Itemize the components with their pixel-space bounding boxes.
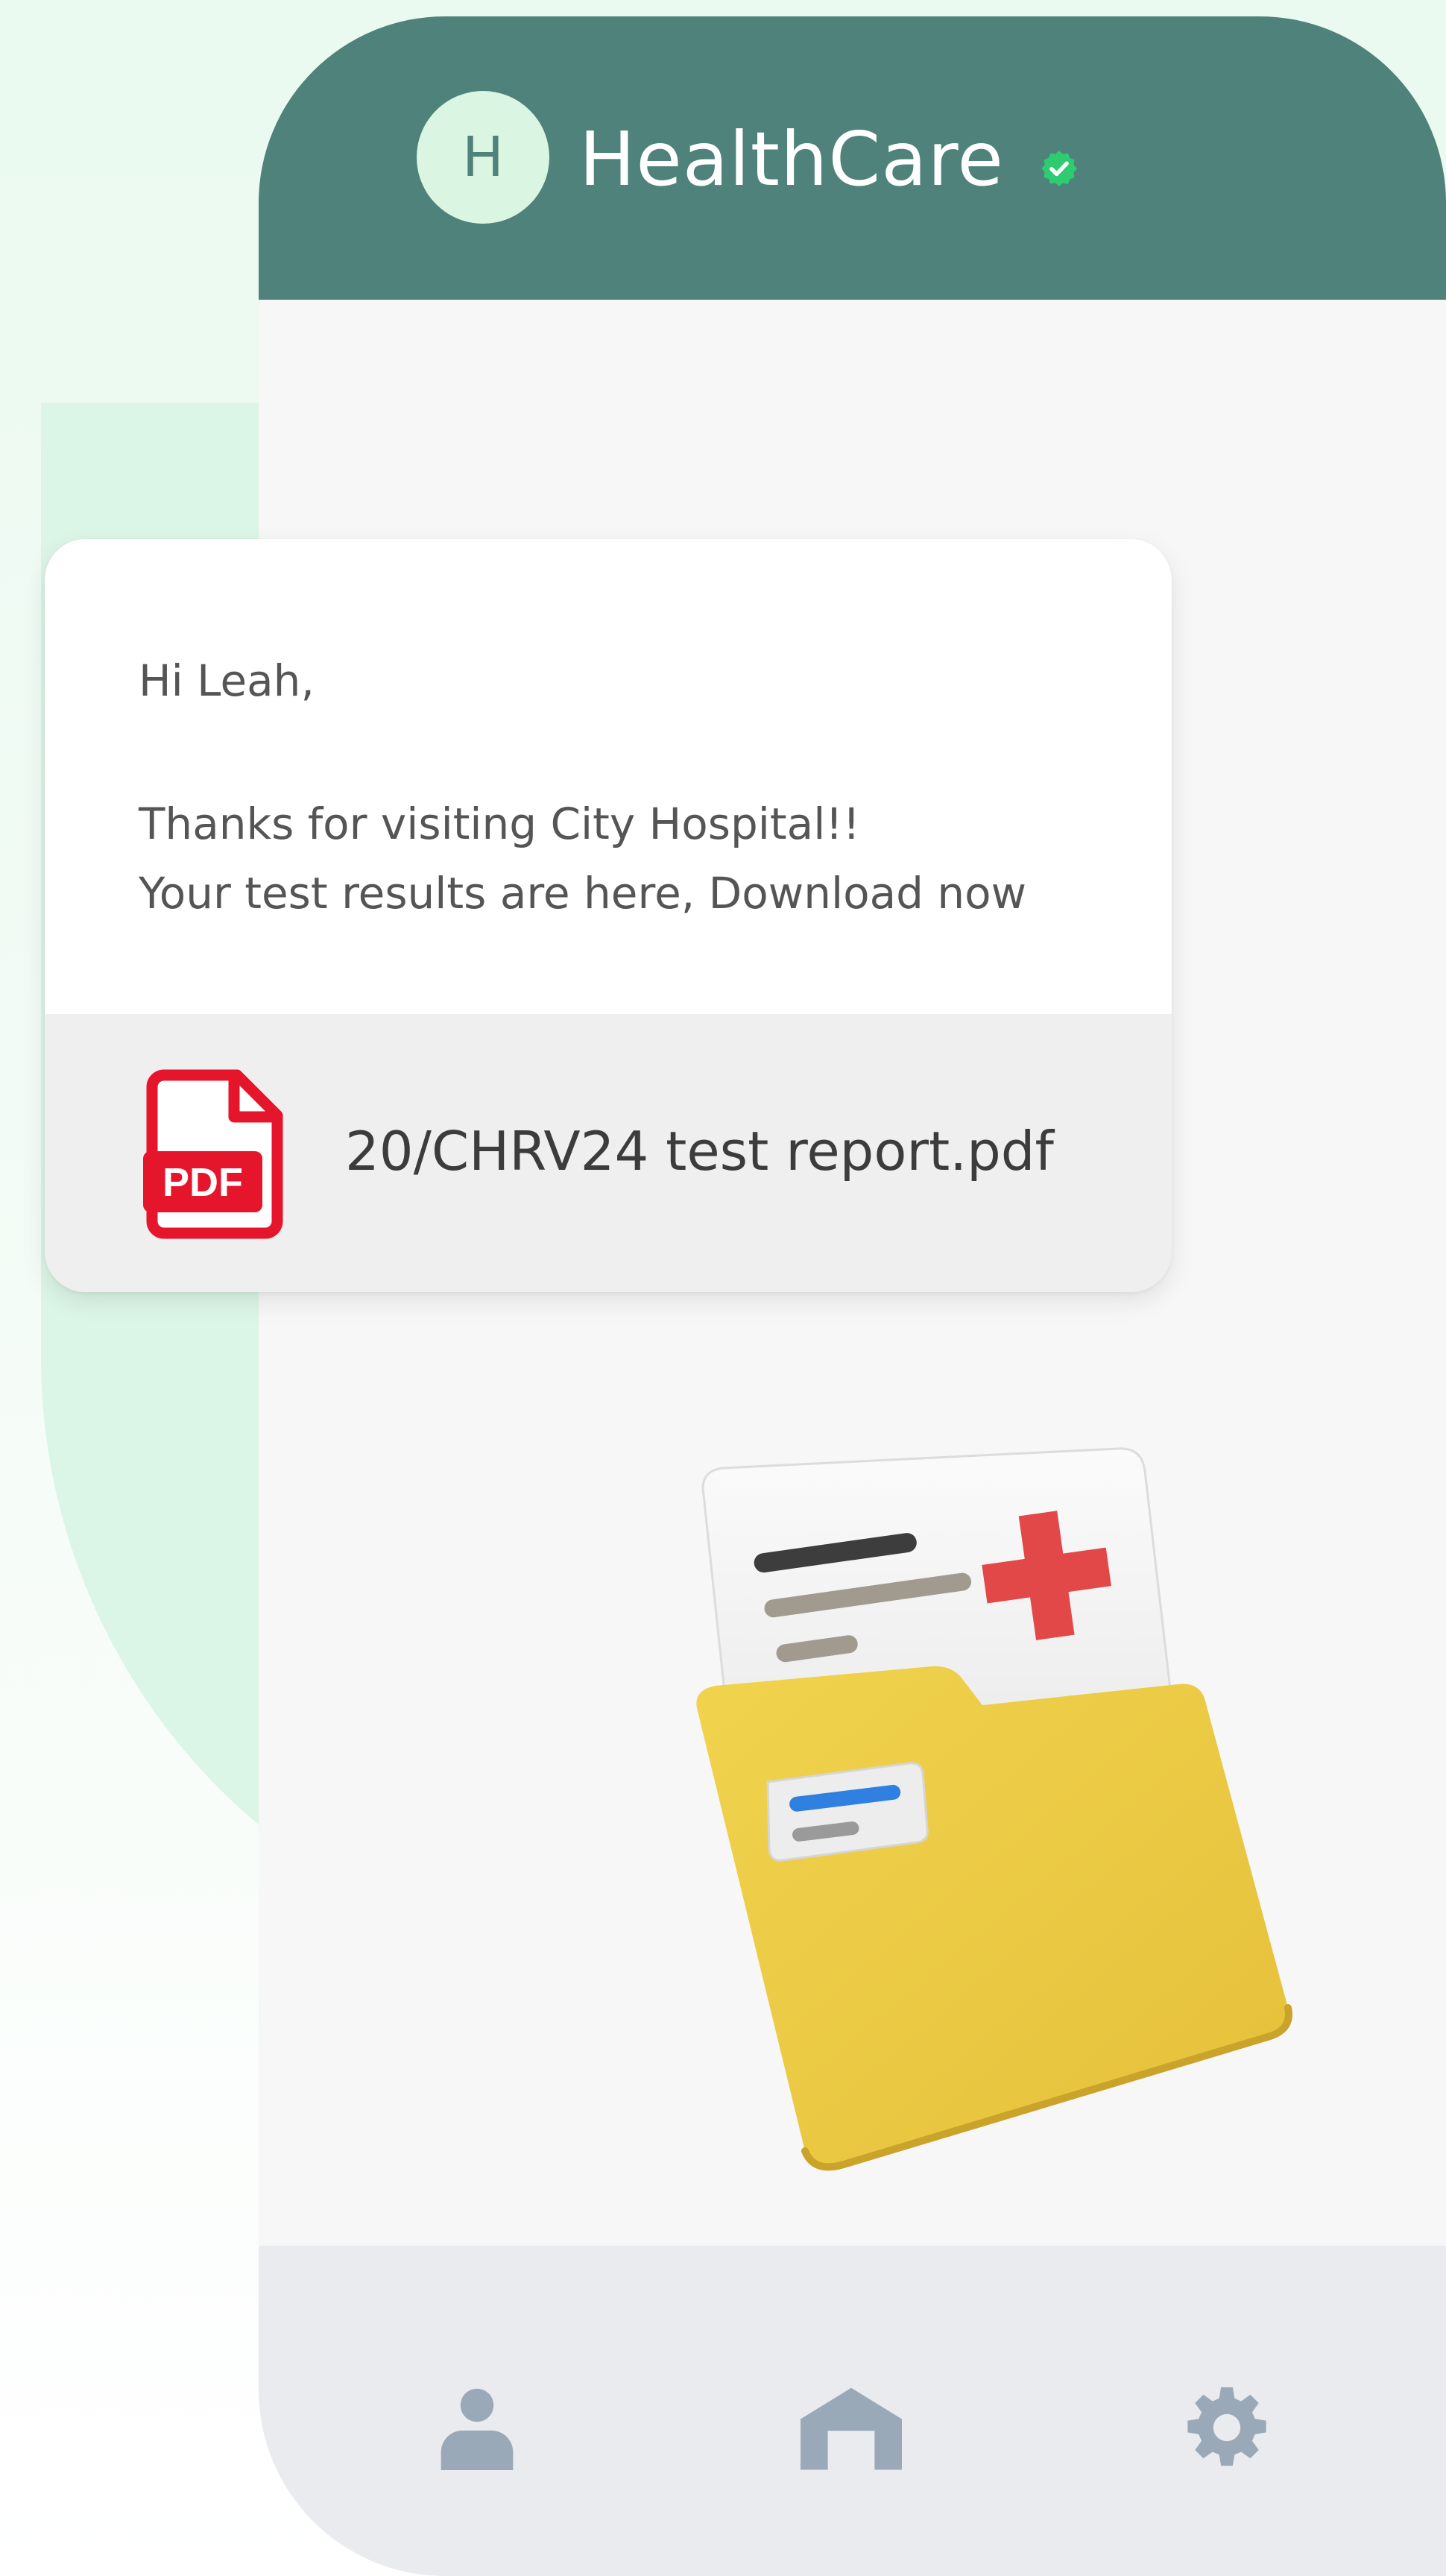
app-header: H HealthCare (259, 16, 1446, 300)
medical-folder-illustration (696, 1447, 1292, 2171)
pdf-attachment[interactable]: PDF 20/CHRV24 test report.pdf (45, 1014, 1172, 1292)
pdf-badge-text: PDF (162, 1160, 243, 1205)
message-greeting: Hi Leah, (139, 655, 315, 706)
message-card: Hi Leah, Thanks for visiting City Hospit… (45, 539, 1172, 1292)
pdf-file-icon: PDF (143, 1069, 283, 1239)
folder-front (696, 1666, 1292, 2171)
settings-icon[interactable] (1183, 2384, 1271, 2472)
message-line-2: Your test results are here, Download now (139, 868, 1027, 919)
message-line-1: Thanks for visiting City Hospital!! (139, 799, 860, 849)
attachment-file-name[interactable]: 20/CHRV24 test report.pdf (345, 1120, 1054, 1182)
app-title: HealthCare (579, 116, 1004, 203)
profile-icon[interactable] (434, 2384, 520, 2470)
home-icon[interactable] (801, 2384, 902, 2470)
phone-screen: H HealthCare (259, 16, 1446, 2576)
check-badge-icon (1041, 151, 1077, 186)
avatar[interactable]: H (417, 91, 549, 224)
bottom-nav (259, 2246, 1446, 2576)
